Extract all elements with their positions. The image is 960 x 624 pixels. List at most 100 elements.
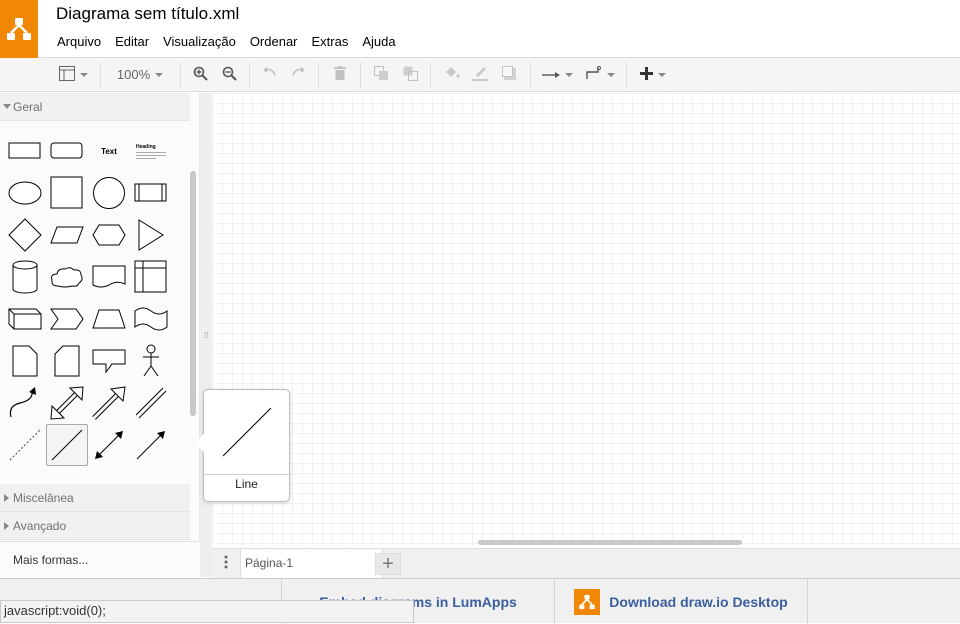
- shape-tooltip: Line: [195, 389, 290, 502]
- diamond-shape[interactable]: [4, 214, 46, 256]
- actor-shape[interactable]: [130, 340, 172, 382]
- callout-shape[interactable]: [88, 340, 130, 382]
- menu-extras[interactable]: Extras: [305, 31, 356, 52]
- line-color-button[interactable]: [468, 58, 492, 91]
- waypoints-button[interactable]: [582, 58, 618, 91]
- parallelogram-shape[interactable]: [46, 214, 88, 256]
- insert-button[interactable]: [634, 58, 672, 91]
- to-front-icon: [373, 65, 389, 84]
- square-shape[interactable]: [46, 172, 88, 214]
- chevron-down-icon: [3, 104, 11, 109]
- chevron-right-icon: [4, 522, 9, 530]
- heading-shape[interactable]: Heading: [130, 130, 172, 172]
- to-back-icon: [403, 66, 418, 84]
- trapezoid-shape[interactable]: [88, 298, 130, 340]
- section-geral[interactable]: Geral: [0, 93, 190, 121]
- undo-button[interactable]: [257, 58, 281, 91]
- connection-icon: [541, 68, 560, 82]
- zoom-dropdown[interactable]: 100%: [108, 58, 172, 91]
- redo-icon: [291, 67, 306, 82]
- diagram-canvas[interactable]: [212, 93, 960, 545]
- menu-visualizacao[interactable]: Visualização: [156, 31, 243, 52]
- menu-ajuda[interactable]: Ajuda: [355, 31, 402, 52]
- insert-plus-icon: [640, 66, 653, 83]
- menu-editar[interactable]: Editar: [108, 31, 156, 52]
- step-shape[interactable]: [46, 298, 88, 340]
- to-back-button[interactable]: [398, 58, 422, 91]
- to-front-button[interactable]: [369, 58, 393, 91]
- dashed-line-shape[interactable]: [4, 424, 46, 466]
- line-shape[interactable]: [46, 424, 88, 466]
- section-miscelanea[interactable]: Miscelânea: [0, 484, 190, 512]
- add-page-button[interactable]: +: [375, 553, 401, 575]
- drawio-logo-icon[interactable]: [0, 0, 38, 58]
- app-header: Diagrama sem título.xml Arquivo Editar V…: [0, 0, 960, 58]
- diagram-title[interactable]: Diagrama sem título.xml: [56, 4, 239, 24]
- directional-connector-shape[interactable]: [130, 424, 172, 466]
- link-shape[interactable]: [130, 382, 172, 424]
- delete-icon: [334, 66, 346, 83]
- document-shape[interactable]: [88, 256, 130, 298]
- zoom-out-icon: [222, 66, 237, 84]
- section-avancado-label: Avançado: [13, 519, 67, 533]
- tooltip-preview: [204, 390, 289, 475]
- footer-empty-cell: [807, 579, 960, 624]
- circle-shape[interactable]: [88, 172, 130, 214]
- card-shape[interactable]: [46, 340, 88, 382]
- section-geral-label: Geral: [13, 100, 43, 114]
- cylinder-shape[interactable]: [4, 256, 46, 298]
- download-link[interactable]: Download draw.io Desktop: [609, 594, 787, 610]
- arrow-shape[interactable]: [88, 382, 130, 424]
- shapes-sidebar: Geral Text Heading Miscelânea Avançado M…: [0, 93, 200, 577]
- zoom-out-button[interactable]: [217, 58, 241, 91]
- tape-shape[interactable]: [130, 298, 172, 340]
- zoom-level: 100%: [116, 67, 151, 82]
- delete-button[interactable]: [328, 58, 352, 91]
- sidebar-scrollbar[interactable]: [190, 171, 196, 416]
- vertical-dots-icon: [224, 555, 228, 572]
- curve-shape[interactable]: [4, 382, 46, 424]
- shadow-button[interactable]: [497, 58, 521, 91]
- heading-shape-label: Heading: [136, 143, 156, 150]
- rounded-rectangle-shape[interactable]: [46, 130, 88, 172]
- redo-button[interactable]: [286, 58, 310, 91]
- line-color-icon: [472, 65, 488, 84]
- ellipse-shape[interactable]: [4, 172, 46, 214]
- plus-icon: +: [382, 552, 394, 575]
- note-shape[interactable]: [4, 340, 46, 382]
- bidirectional-arrow-shape[interactable]: [46, 382, 88, 424]
- fill-color-icon: [444, 66, 460, 83]
- grip-icon: ⁞⁞: [204, 331, 209, 340]
- text-shape-label: Text: [101, 146, 117, 156]
- rectangle-shape[interactable]: [4, 130, 46, 172]
- connection-style-button[interactable]: [538, 58, 576, 91]
- triangle-shape[interactable]: [130, 214, 172, 256]
- text-shape[interactable]: Text: [88, 130, 130, 172]
- bidirectional-connector-shape[interactable]: [88, 424, 130, 466]
- page-menu-button[interactable]: [212, 549, 240, 578]
- toolbar: 100%: [0, 58, 960, 92]
- cube-shape[interactable]: [4, 298, 46, 340]
- menu-arquivo[interactable]: Arquivo: [50, 31, 108, 52]
- tooltip-label: Line: [235, 477, 258, 491]
- process-shape[interactable]: [130, 172, 172, 214]
- hexagon-shape[interactable]: [88, 214, 130, 256]
- canvas-horizontal-scrollbar[interactable]: [478, 540, 742, 545]
- sidebar-splitter[interactable]: ⁞⁞: [200, 93, 212, 577]
- tooltip-arrow: [195, 434, 204, 452]
- more-shapes-button[interactable]: Mais formas...: [0, 541, 200, 577]
- internal-storage-shape[interactable]: [130, 256, 172, 298]
- format-panel-icon: [58, 65, 75, 84]
- zoom-in-icon: [193, 66, 208, 84]
- menu-bar: Arquivo Editar Visualização Ordenar Extr…: [50, 31, 403, 52]
- fill-color-button[interactable]: [440, 58, 464, 91]
- menu-ordenar[interactable]: Ordenar: [243, 31, 305, 52]
- page-tab[interactable]: Página-1: [240, 549, 383, 578]
- download-link-cell: Download draw.io Desktop: [554, 579, 807, 624]
- zoom-in-button[interactable]: [188, 58, 212, 91]
- format-panel-button[interactable]: [52, 58, 94, 91]
- section-miscelanea-label: Miscelânea: [13, 491, 74, 505]
- section-avancado[interactable]: Avançado: [0, 512, 190, 540]
- cloud-shape[interactable]: [46, 256, 88, 298]
- pages-bar: Página-1 +: [212, 548, 960, 578]
